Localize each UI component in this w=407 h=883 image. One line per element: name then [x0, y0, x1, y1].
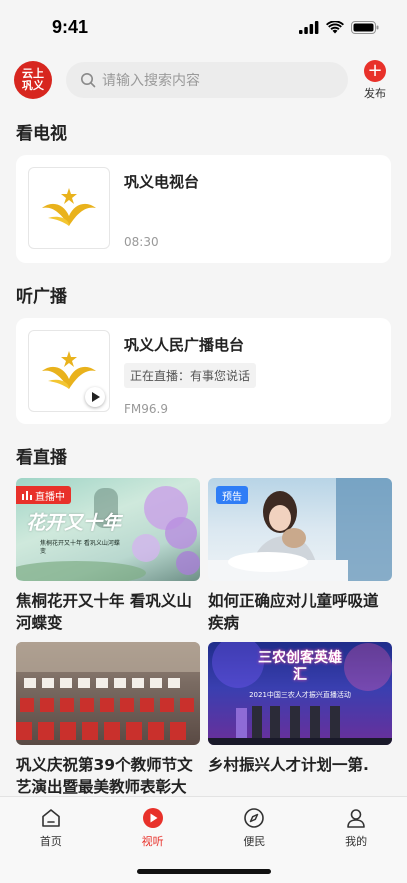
live-bars-icon [22, 490, 32, 500]
search-input[interactable]: 请输入搜索内容 [66, 62, 348, 98]
battery-icon [351, 20, 379, 34]
live-item-title: 如何正确应对儿童呼吸道疾病 [208, 592, 379, 632]
status-icons [299, 20, 379, 34]
section-title-radio: 听广播 [16, 287, 67, 307]
live-thumbnail: 花开又十年 焦桐花开又十年 看巩义山河蝶变 直播中 [16, 478, 200, 581]
tv-channel-time: 08:30 [124, 235, 159, 249]
tab-profile-label: 我的 [345, 835, 368, 848]
home-icon [42, 809, 60, 827]
now-playing-chip: 正在直播：有事您说话 [124, 363, 257, 388]
tab-profile[interactable]: 我的 [305, 797, 407, 883]
live-item[interactable]: 花开又十年 焦桐花开又十年 看巩义山河蝶变 直播中 焦桐花开又十年 看巩义山河蝶… [16, 478, 200, 634]
app-logo[interactable]: 云上巩义 [14, 61, 52, 99]
user-icon [347, 809, 365, 828]
search-icon [81, 73, 96, 88]
thumbnail-caption: 焦桐花开又十年 看巩义山河蝶变 [40, 540, 120, 555]
live-item-title: 巩义庆祝第39个教师节文艺演出暨最美教师表彰大 [16, 756, 193, 796]
tab-home[interactable]: 首页 [0, 797, 102, 883]
section-title-tv: 看电视 [16, 124, 67, 144]
preview-badge: 预告 [216, 486, 248, 504]
section-title-live: 看直播 [16, 448, 67, 468]
thumbnail-caption: 2021中国三农人才振兴直播活动 [249, 691, 351, 699]
search-placeholder: 请输入搜索内容 [102, 73, 200, 89]
station-logo-icon [42, 351, 96, 389]
thumbnail-headline: 花开又十年 [26, 512, 122, 534]
live-thumbnail [16, 642, 200, 745]
live-thumbnail: 三农创客英雄汇 2021中国三农人才振兴直播活动 [208, 642, 392, 745]
home-indicator [137, 869, 271, 874]
radio-station-logo [28, 330, 110, 412]
tv-channel-card[interactable]: 巩义电视台 08:30 [16, 155, 391, 263]
audience-illustration [16, 642, 200, 740]
publish-label: 发布 [364, 86, 386, 100]
live-item[interactable]: 三农创客英雄汇 2021中国三农人才振兴直播活动 乡村振兴人才计划一第. [208, 642, 392, 776]
live-item-title: 焦桐花开又十年 看巩义山河蝶变 [16, 592, 192, 632]
live-badge: 直播中 [16, 486, 71, 504]
radio-station-card[interactable]: 巩义人民广播电台 正在直播：有事您说话 FM96.9 [16, 318, 391, 424]
radio-station-name: 巩义人民广播电台 [124, 336, 245, 354]
compass-icon [244, 808, 265, 828]
live-item[interactable]: 巩义庆祝第39个教师节文艺演出暨最美教师表彰大 [16, 642, 200, 798]
play-icon[interactable] [85, 387, 105, 407]
status-time: 9:41 [52, 16, 89, 37]
signal-icon [299, 20, 319, 34]
tab-services-label: 便民 [243, 835, 266, 848]
station-logo-icon [42, 188, 96, 226]
tv-channel-name: 巩义电视台 [124, 173, 200, 191]
status-bar: 9:41 [0, 0, 407, 54]
tab-home-label: 首页 [39, 835, 62, 848]
wifi-icon [326, 20, 344, 33]
live-thumbnail: 预告 [208, 478, 392, 581]
thumbnail-headline: 三农创客英雄汇 [258, 650, 342, 683]
live-item[interactable]: 预告 如何正确应对儿童呼吸道疾病 [208, 478, 392, 634]
header: 云上巩义 请输入搜索内容 + 发布 [0, 54, 407, 106]
app-logo-text: 云上巩义 [22, 67, 44, 92]
plus-icon: + [364, 59, 386, 82]
live-badge-label: 直播中 [35, 491, 65, 503]
tv-channel-logo [28, 167, 110, 249]
radio-frequency: FM96.9 [124, 402, 168, 416]
live-item-title: 乡村振兴人才计划一第. [208, 756, 369, 774]
play-circle-icon [142, 808, 163, 828]
publish-button[interactable]: + 发布 [364, 59, 386, 101]
tab-audiovisual-label: 视听 [141, 835, 164, 848]
